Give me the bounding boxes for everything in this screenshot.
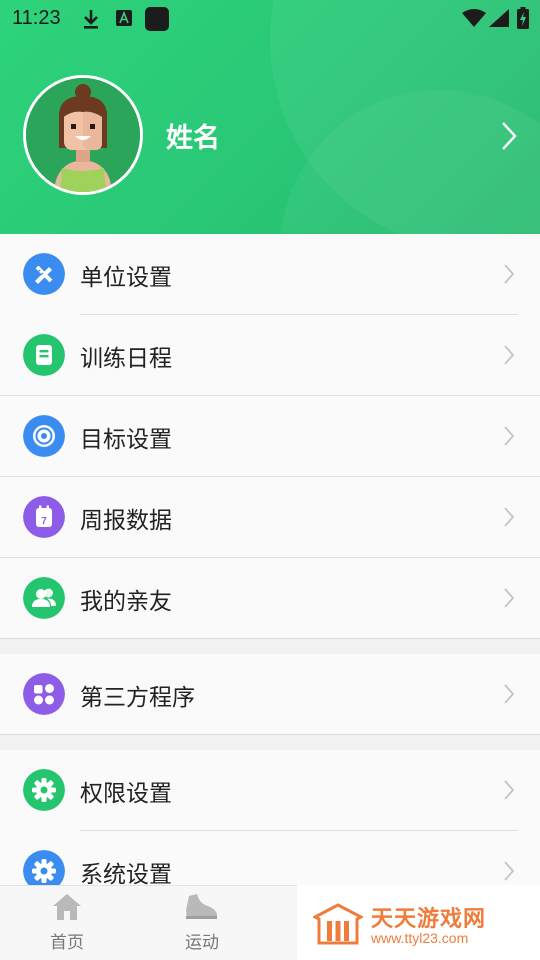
- watermark: 天天游戏网 www.ttyl23.com: [297, 885, 540, 960]
- watermark-logo-icon: [313, 903, 363, 945]
- tab-home[interactable]: 首页: [22, 892, 112, 953]
- target-icon: [23, 415, 65, 457]
- download-icon: [84, 10, 98, 29]
- menu-item-label: 权限设置: [80, 781, 172, 807]
- menu-item-unit-settings[interactable]: 单位设置: [0, 234, 540, 315]
- menu-item-third-party-apps[interactable]: 第三方程序: [0, 654, 540, 735]
- menu-item-label: 单位设置: [80, 265, 172, 291]
- menu-item-goal-settings[interactable]: 目标设置: [0, 396, 540, 477]
- menu-section-third-party: 第三方程序: [0, 654, 540, 735]
- chevron-right-icon: [504, 588, 515, 608]
- calendar-icon: 7: [23, 496, 65, 538]
- app-notification-icon: [145, 7, 169, 31]
- menu-item-label: 训练日程: [80, 346, 172, 372]
- friends-icon: [23, 577, 65, 619]
- settings-icon: [23, 850, 65, 885]
- tab-label: 首页: [50, 933, 84, 953]
- home-icon: [53, 894, 81, 920]
- chevron-right-icon[interactable]: [500, 120, 518, 152]
- profile-header: 11:23 姓名: [0, 0, 540, 234]
- menu-item-system-settings[interactable]: 系统设置: [0, 831, 540, 885]
- profile-name[interactable]: 姓名: [166, 116, 220, 155]
- chevron-right-icon: [504, 780, 515, 800]
- wifi-icon: [462, 9, 486, 27]
- battery-charging-icon: [517, 7, 529, 29]
- menu-section-settings: 权限设置 系统设置: [0, 750, 540, 885]
- menu-item-training-schedule[interactable]: 训练日程: [0, 315, 540, 396]
- chevron-right-icon: [504, 345, 515, 365]
- menu-section-main: 单位设置 训练日程 目标设置 7 周报数据 我的亲友: [0, 234, 540, 639]
- tab-sport[interactable]: 运动: [157, 892, 247, 953]
- shoe-icon: [186, 894, 217, 919]
- chevron-right-icon: [504, 507, 515, 527]
- avatar[interactable]: [23, 75, 143, 195]
- menu-item-label: 系统设置: [80, 862, 172, 885]
- ruler-pencil-icon: [23, 253, 65, 295]
- watermark-url: www.ttyl23.com: [371, 930, 469, 946]
- keyboard-a-icon: [116, 10, 132, 26]
- divider: [0, 734, 540, 735]
- status-time: 11:23: [12, 7, 61, 29]
- menu-item-weekly-report[interactable]: 7 周报数据: [0, 477, 540, 558]
- gear-icon: [23, 769, 65, 811]
- menu-item-label: 我的亲友: [80, 589, 172, 615]
- notebook-icon: [23, 334, 65, 376]
- menu-item-friends[interactable]: 我的亲友: [0, 558, 540, 639]
- avatar-illustration: [26, 78, 140, 192]
- signal-icon: [489, 9, 509, 27]
- chevron-right-icon: [504, 426, 515, 446]
- chevron-right-icon: [504, 264, 515, 284]
- menu-item-permission-settings[interactable]: 权限设置: [0, 750, 540, 831]
- chevron-right-icon: [504, 861, 515, 881]
- watermark-title: 天天游戏网: [371, 907, 487, 932]
- menu-item-label: 目标设置: [80, 427, 172, 453]
- menu-item-label: 第三方程序: [80, 685, 195, 711]
- apps-icon: [23, 673, 65, 715]
- calendar-day-number: 7: [41, 516, 47, 527]
- chevron-right-icon: [504, 684, 515, 704]
- divider: [0, 638, 540, 639]
- tab-label: 运动: [185, 933, 219, 953]
- status-bar: 11:23: [0, 0, 540, 38]
- menu-item-label: 周报数据: [80, 508, 172, 534]
